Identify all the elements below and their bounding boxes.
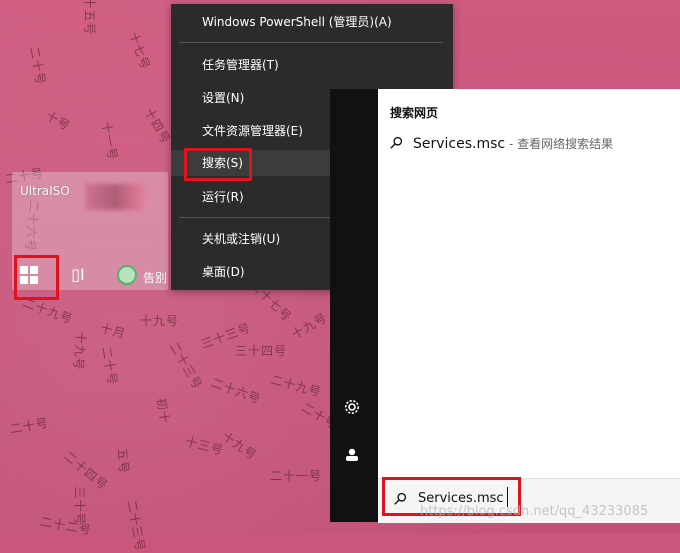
app-icon[interactable] <box>117 265 137 285</box>
wallpaper-text: 三十号 <box>72 486 87 526</box>
wallpaper-text: 十九号 <box>140 314 180 328</box>
start-button-highlight <box>14 255 59 300</box>
wallpaper-text: 十九号 <box>70 330 89 372</box>
user-icon[interactable] <box>344 446 362 464</box>
search-result-main: Services.msc <box>413 136 506 152</box>
menu-divider <box>179 42 443 43</box>
search-icon <box>390 136 403 149</box>
wallpaper-text: 二十一号 <box>270 469 323 483</box>
wallpaper-text: 三十四号 <box>235 344 288 358</box>
ultraiso-label: UltraISO <box>20 184 70 198</box>
search-result-sub: - 查看网络搜索结果 <box>505 137 614 151</box>
blurred-app-thumbnail <box>86 184 144 210</box>
watermark: https://blog.csdn.net/qq_43233085 <box>420 504 649 519</box>
search-result-item[interactable]: Services.msc - 查看网络搜索结果 <box>389 134 613 152</box>
menu-item-task-manager[interactable]: 任务管理器(T) <box>171 52 453 78</box>
wallpaper-text: 十五号 <box>82 0 97 36</box>
gear-icon[interactable] <box>343 398 361 416</box>
menu-item-powershell-admin[interactable]: Windows PowerShell (管理员)(A) <box>171 9 453 35</box>
task-view-icon[interactable]: ▯Ⅰ <box>68 266 88 284</box>
search-panel <box>330 89 680 522</box>
wallpaper-text: 五号 <box>114 447 132 475</box>
panel-title: 搜索网页 <box>390 106 439 120</box>
app2-label: 告别 <box>143 271 168 285</box>
search-item-highlight <box>184 148 252 181</box>
